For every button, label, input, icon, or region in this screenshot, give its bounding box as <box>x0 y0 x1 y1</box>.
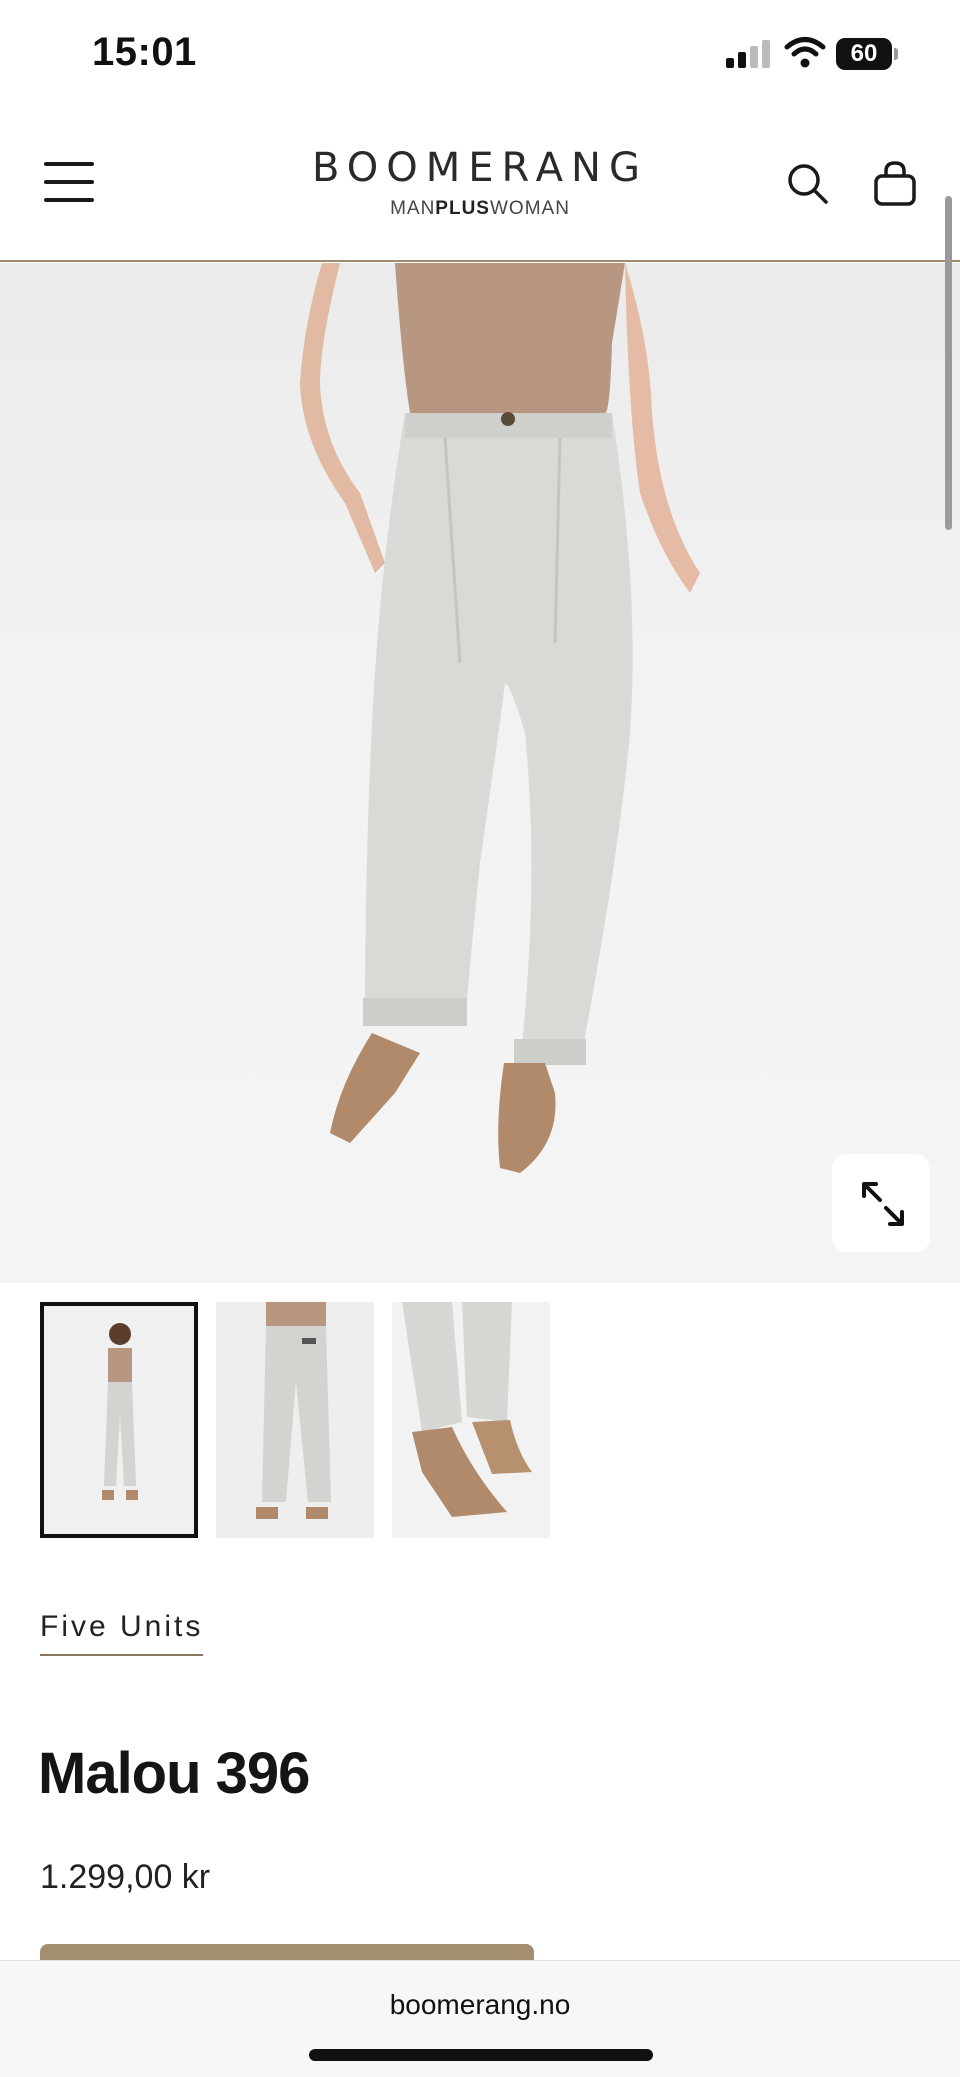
status-time: 15:01 <box>92 30 197 74</box>
logo-tagline: MANPLUSWOMAN <box>390 198 570 219</box>
brand-link[interactable]: Five Units <box>40 1610 204 1656</box>
status-bar: 15:01 60 <box>0 0 960 110</box>
url-text[interactable]: boomerang.no <box>0 1989 960 2021</box>
menu-icon[interactable] <box>44 160 96 204</box>
thumbnail-2[interactable] <box>216 1302 374 1538</box>
scrollbar[interactable] <box>945 196 952 530</box>
site-header: BOOMERANG MANPLUSWOMAN <box>0 110 960 262</box>
browser-address-bar[interactable]: boomerang.no <box>0 1960 960 2077</box>
battery-level: 60 <box>836 38 892 70</box>
thumbnail-3[interactable] <box>392 1302 550 1538</box>
product-main-image[interactable] <box>0 263 960 1283</box>
expand-icon <box>862 1182 904 1226</box>
thumbnail-1[interactable] <box>40 1302 198 1538</box>
battery-icon: 60 <box>836 38 898 70</box>
wifi-icon <box>784 36 826 68</box>
search-icon[interactable] <box>784 160 832 208</box>
home-indicator[interactable] <box>309 2049 653 2061</box>
cart-icon[interactable] <box>872 160 918 208</box>
expand-image-button[interactable] <box>832 1154 930 1252</box>
product-price: 1.299,00 kr <box>40 1858 211 1896</box>
logo-wordmark: BOOMERANG <box>312 145 648 191</box>
add-to-cart-button[interactable] <box>40 1944 534 1960</box>
product-title: Malou 396 <box>38 1741 310 1806</box>
product-page: 15:01 60 BOOMERANG MANPLUSWOMAN Five Uni… <box>0 0 960 2077</box>
boomerang-logo[interactable]: BOOMERANG MANPLUSWOMAN <box>290 146 670 220</box>
signal-icon <box>726 40 772 68</box>
